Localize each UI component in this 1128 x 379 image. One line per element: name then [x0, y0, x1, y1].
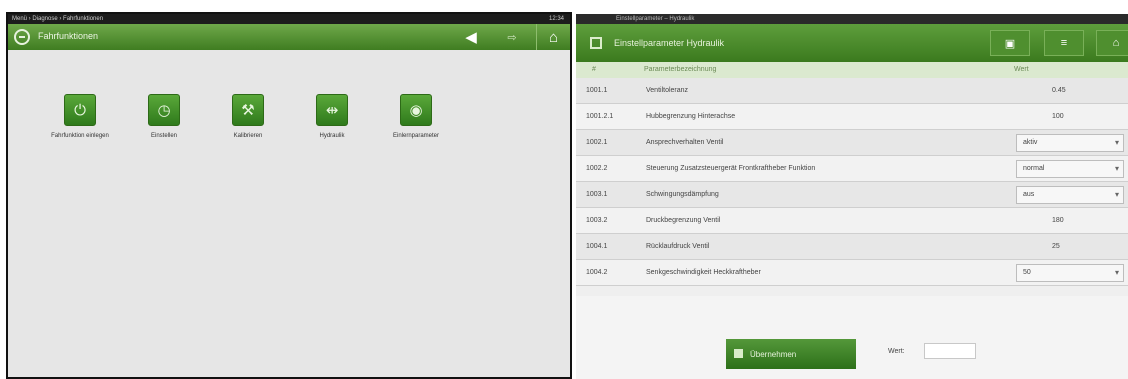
home-icon: ⌂: [548, 28, 559, 46]
row-id: 1001.1: [586, 87, 608, 94]
apply-button-label: Übernehmen: [750, 349, 797, 359]
checkbox-icon: [734, 349, 743, 358]
left-status-clock: 12:34: [548, 16, 564, 22]
left-status-text: Menü › Diagnose › Fahrfunktionen: [12, 16, 104, 22]
select-value: 50: [1023, 269, 1031, 276]
row-id: 1004.2: [586, 269, 608, 276]
eye-icon: ◉: [400, 94, 432, 126]
row-name: Senkgeschwindigkeit Heckkraftheber: [646, 269, 761, 276]
row-value: 25: [1052, 243, 1060, 250]
chevron-down-icon: ▾: [1114, 268, 1119, 277]
tile-fahrfunktion[interactable]: ⏻ Fahrfunktion einlegen: [38, 94, 122, 139]
app-logo-icon: [14, 29, 30, 45]
menu-icon: ≡: [1060, 37, 1068, 49]
back-button[interactable]: ◀: [454, 24, 488, 50]
chevron-down-icon: ▾: [1114, 138, 1119, 147]
tool-icon: ⚒: [232, 94, 264, 126]
right-title-bar: Einstellparameter Hydraulik ▣ ≡ ⌂: [576, 24, 1128, 62]
tile-label: Einlernparameter: [392, 133, 440, 139]
arrow-left-icon: ◀: [465, 29, 477, 46]
tile-einstellen[interactable]: ◷ Einstellen: [122, 94, 206, 139]
tile-label: Einstellen: [150, 133, 177, 139]
value-select[interactable]: normal ▾: [1016, 160, 1124, 178]
power-icon: ⏻: [64, 94, 96, 126]
left-title-bar: Fahrfunktionen ◀ ⇨ ⌂: [8, 24, 570, 50]
right-panel: Einstellparameter – Hydraulik Einstellpa…: [576, 14, 1128, 379]
select-value: normal: [1023, 165, 1045, 172]
chevron-down-icon: ▾: [1114, 190, 1119, 199]
column-header-value: Wert: [1014, 66, 1029, 73]
home-button-right[interactable]: ⌂: [1096, 30, 1128, 56]
save-icon: ▣: [1004, 37, 1016, 50]
table-row[interactable]: 1003.2 Druckbegrenzung Ventil 180: [576, 208, 1128, 234]
value-field-label: Wert:: [888, 348, 905, 355]
gauge-icon: ◷: [148, 94, 180, 126]
function-tiles: ⏻ Fahrfunktion einlegen ◷ Einstellen ⚒ K…: [38, 94, 458, 139]
window-icon: [590, 37, 602, 49]
row-value: 0.45: [1052, 87, 1066, 94]
row-name: Rücklaufdruck Ventil: [646, 243, 710, 250]
action-bar: Übernehmen Wert:: [576, 296, 1128, 379]
row-name: Hubbegrenzung Hinterachse: [646, 113, 736, 120]
hydraulic-icon: ⇹: [316, 94, 348, 126]
row-id: 1003.2: [586, 217, 608, 224]
tile-label: Hydraulik: [319, 133, 345, 139]
table-row[interactable]: 1001.2.1 Hubbegrenzung Hinterachse 100: [576, 104, 1128, 130]
column-header-number: #: [592, 66, 596, 73]
row-name: Druckbegrenzung Ventil: [646, 217, 721, 224]
row-name: Steuerung Zusatzsteuergerät Frontkrafthe…: [646, 165, 816, 172]
row-id: 1002.1: [586, 139, 608, 146]
left-panel: Menü › Diagnose › Fahrfunktionen 12:34 F…: [6, 12, 572, 379]
table-row[interactable]: 1004.2 Senkgeschwindigkeit Heckkrafthebe…: [576, 260, 1128, 286]
table-row[interactable]: 1001.1 Ventiltoleranz 0.45: [576, 78, 1128, 104]
value-select[interactable]: 50 ▾: [1016, 264, 1124, 282]
select-value: aus: [1023, 191, 1035, 198]
arrow-right-icon: ⇨: [507, 31, 517, 44]
table-header: # Parameterbezeichnung Wert: [576, 62, 1128, 78]
tile-hydraulik[interactable]: ⇹ Hydraulik: [290, 94, 374, 139]
table-row[interactable]: 1002.2 Steuerung Zusatzsteuergerät Front…: [576, 156, 1128, 182]
row-value: 100: [1052, 113, 1064, 120]
value-select[interactable]: aus ▾: [1016, 186, 1124, 204]
chevron-down-icon: ▾: [1114, 164, 1119, 173]
row-id: 1004.1: [586, 243, 608, 250]
row-name: Ventiltoleranz: [646, 87, 689, 94]
save-button[interactable]: ▣: [990, 30, 1030, 56]
column-header-name: Parameterbezeichnung: [644, 66, 717, 73]
value-select[interactable]: aktiv ▾: [1016, 134, 1124, 152]
apply-button[interactable]: Übernehmen: [726, 339, 856, 369]
row-value: 180: [1052, 217, 1064, 224]
row-id: 1002.2: [586, 165, 608, 172]
left-status-bar: Menü › Diagnose › Fahrfunktionen 12:34: [8, 14, 570, 24]
right-status-bar: Einstellparameter – Hydraulik: [576, 14, 1128, 24]
tile-label: Kalibrieren: [233, 133, 263, 139]
table-row[interactable]: 1003.1 Schwingungsdämpfung aus ▾: [576, 182, 1128, 208]
table-row[interactable]: 1002.1 Ansprechverhalten Ventil aktiv ▾: [576, 130, 1128, 156]
menu-button[interactable]: ≡: [1044, 30, 1084, 56]
row-id: 1003.1: [586, 191, 608, 198]
row-id: 1001.2.1: [586, 113, 614, 120]
parameter-table: 1001.1 Ventiltoleranz 0.45 1001.2.1 Hubb…: [576, 78, 1128, 286]
row-name: Ansprechverhalten Ventil: [646, 139, 724, 146]
tile-einlernparameter[interactable]: ◉ Einlernparameter: [374, 94, 458, 139]
right-page-title: Einstellparameter Hydraulik: [614, 38, 725, 48]
forward-button[interactable]: ⇨: [496, 24, 528, 50]
select-value: aktiv: [1023, 139, 1038, 146]
row-name: Schwingungsdämpfung: [646, 191, 719, 198]
home-button[interactable]: ⌂: [536, 24, 570, 50]
tile-label: Fahrfunktion einlegen: [51, 133, 109, 139]
home-icon: ⌂: [1112, 37, 1120, 49]
tile-kalibrieren[interactable]: ⚒ Kalibrieren: [206, 94, 290, 139]
left-page-title: Fahrfunktionen: [38, 31, 99, 41]
value-input[interactable]: [924, 343, 976, 359]
table-row[interactable]: 1004.1 Rücklaufdruck Ventil 25: [576, 234, 1128, 260]
